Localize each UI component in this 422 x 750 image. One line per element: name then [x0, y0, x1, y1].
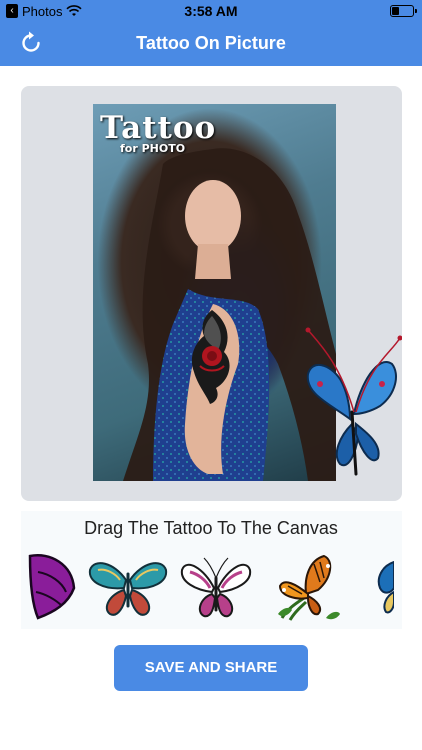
battery-icon: [390, 5, 417, 17]
butterfly-purple-icon[interactable]: [28, 548, 78, 624]
butterfly-blue-icon[interactable]: [374, 548, 394, 624]
butterfly-orange-icon[interactable]: [268, 548, 348, 624]
butterfly-pink-icon[interactable]: [176, 548, 256, 624]
placed-tattoo-icon[interactable]: [186, 306, 238, 406]
status-time: 3:58 AM: [184, 3, 238, 19]
nav-bar: Tattoo On Picture: [0, 22, 422, 66]
tray-title: Drag The Tattoo To The Canvas: [84, 518, 338, 538]
page-title: Tattoo On Picture: [136, 33, 286, 53]
photo-logo: Tattoo for PHOTO: [100, 112, 216, 155]
status-bar: ‹ Photos 3:58 AM: [0, 0, 422, 22]
placed-butterfly-icon[interactable]: [300, 324, 402, 494]
photo-logo-main: Tattoo: [100, 110, 217, 146]
butterfly-teal-icon[interactable]: [86, 548, 170, 624]
save-and-share-button[interactable]: SAVE AND SHARE: [114, 645, 308, 691]
